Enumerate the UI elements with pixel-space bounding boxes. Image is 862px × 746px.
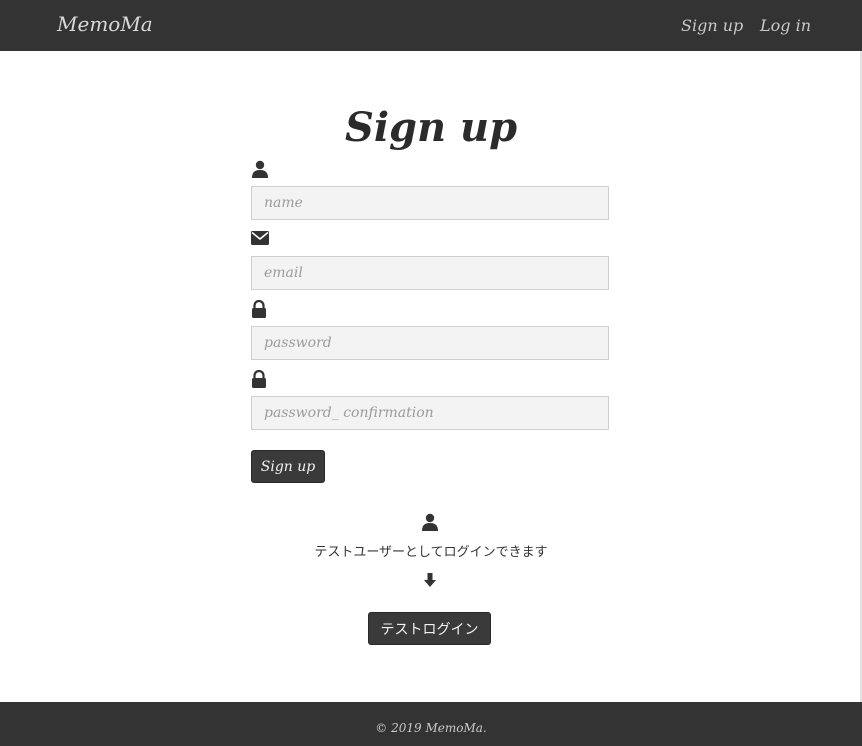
footer: © 2019 MemoMa.: [0, 702, 862, 746]
navbar: MemoMa Sign up Log in: [0, 0, 862, 51]
password-field[interactable]: [251, 326, 609, 360]
brand-logo[interactable]: MemoMa: [57, 12, 153, 36]
nav-signup-link[interactable]: Sign up: [681, 16, 743, 35]
user-icon: [251, 160, 269, 178]
page-title: Sign up: [344, 104, 518, 151]
nav-login-link[interactable]: Log in: [760, 16, 811, 35]
copyright-text: © 2019 MemoMa.: [375, 721, 487, 735]
test-login-button[interactable]: テストログイン: [368, 612, 491, 645]
name-field[interactable]: [251, 186, 609, 220]
test-user-icon: [421, 513, 439, 531]
password-confirmation-field[interactable]: [251, 396, 609, 430]
arrow-down-icon: [423, 572, 437, 588]
lock-icon: [251, 300, 269, 318]
email-field[interactable]: [251, 256, 609, 290]
test-user-message: テストユーザーとしてログインできます: [314, 545, 548, 560]
lock-confirmation-icon: [251, 370, 269, 388]
signup-submit-button[interactable]: Sign up: [251, 450, 325, 483]
envelope-icon: [251, 231, 269, 249]
